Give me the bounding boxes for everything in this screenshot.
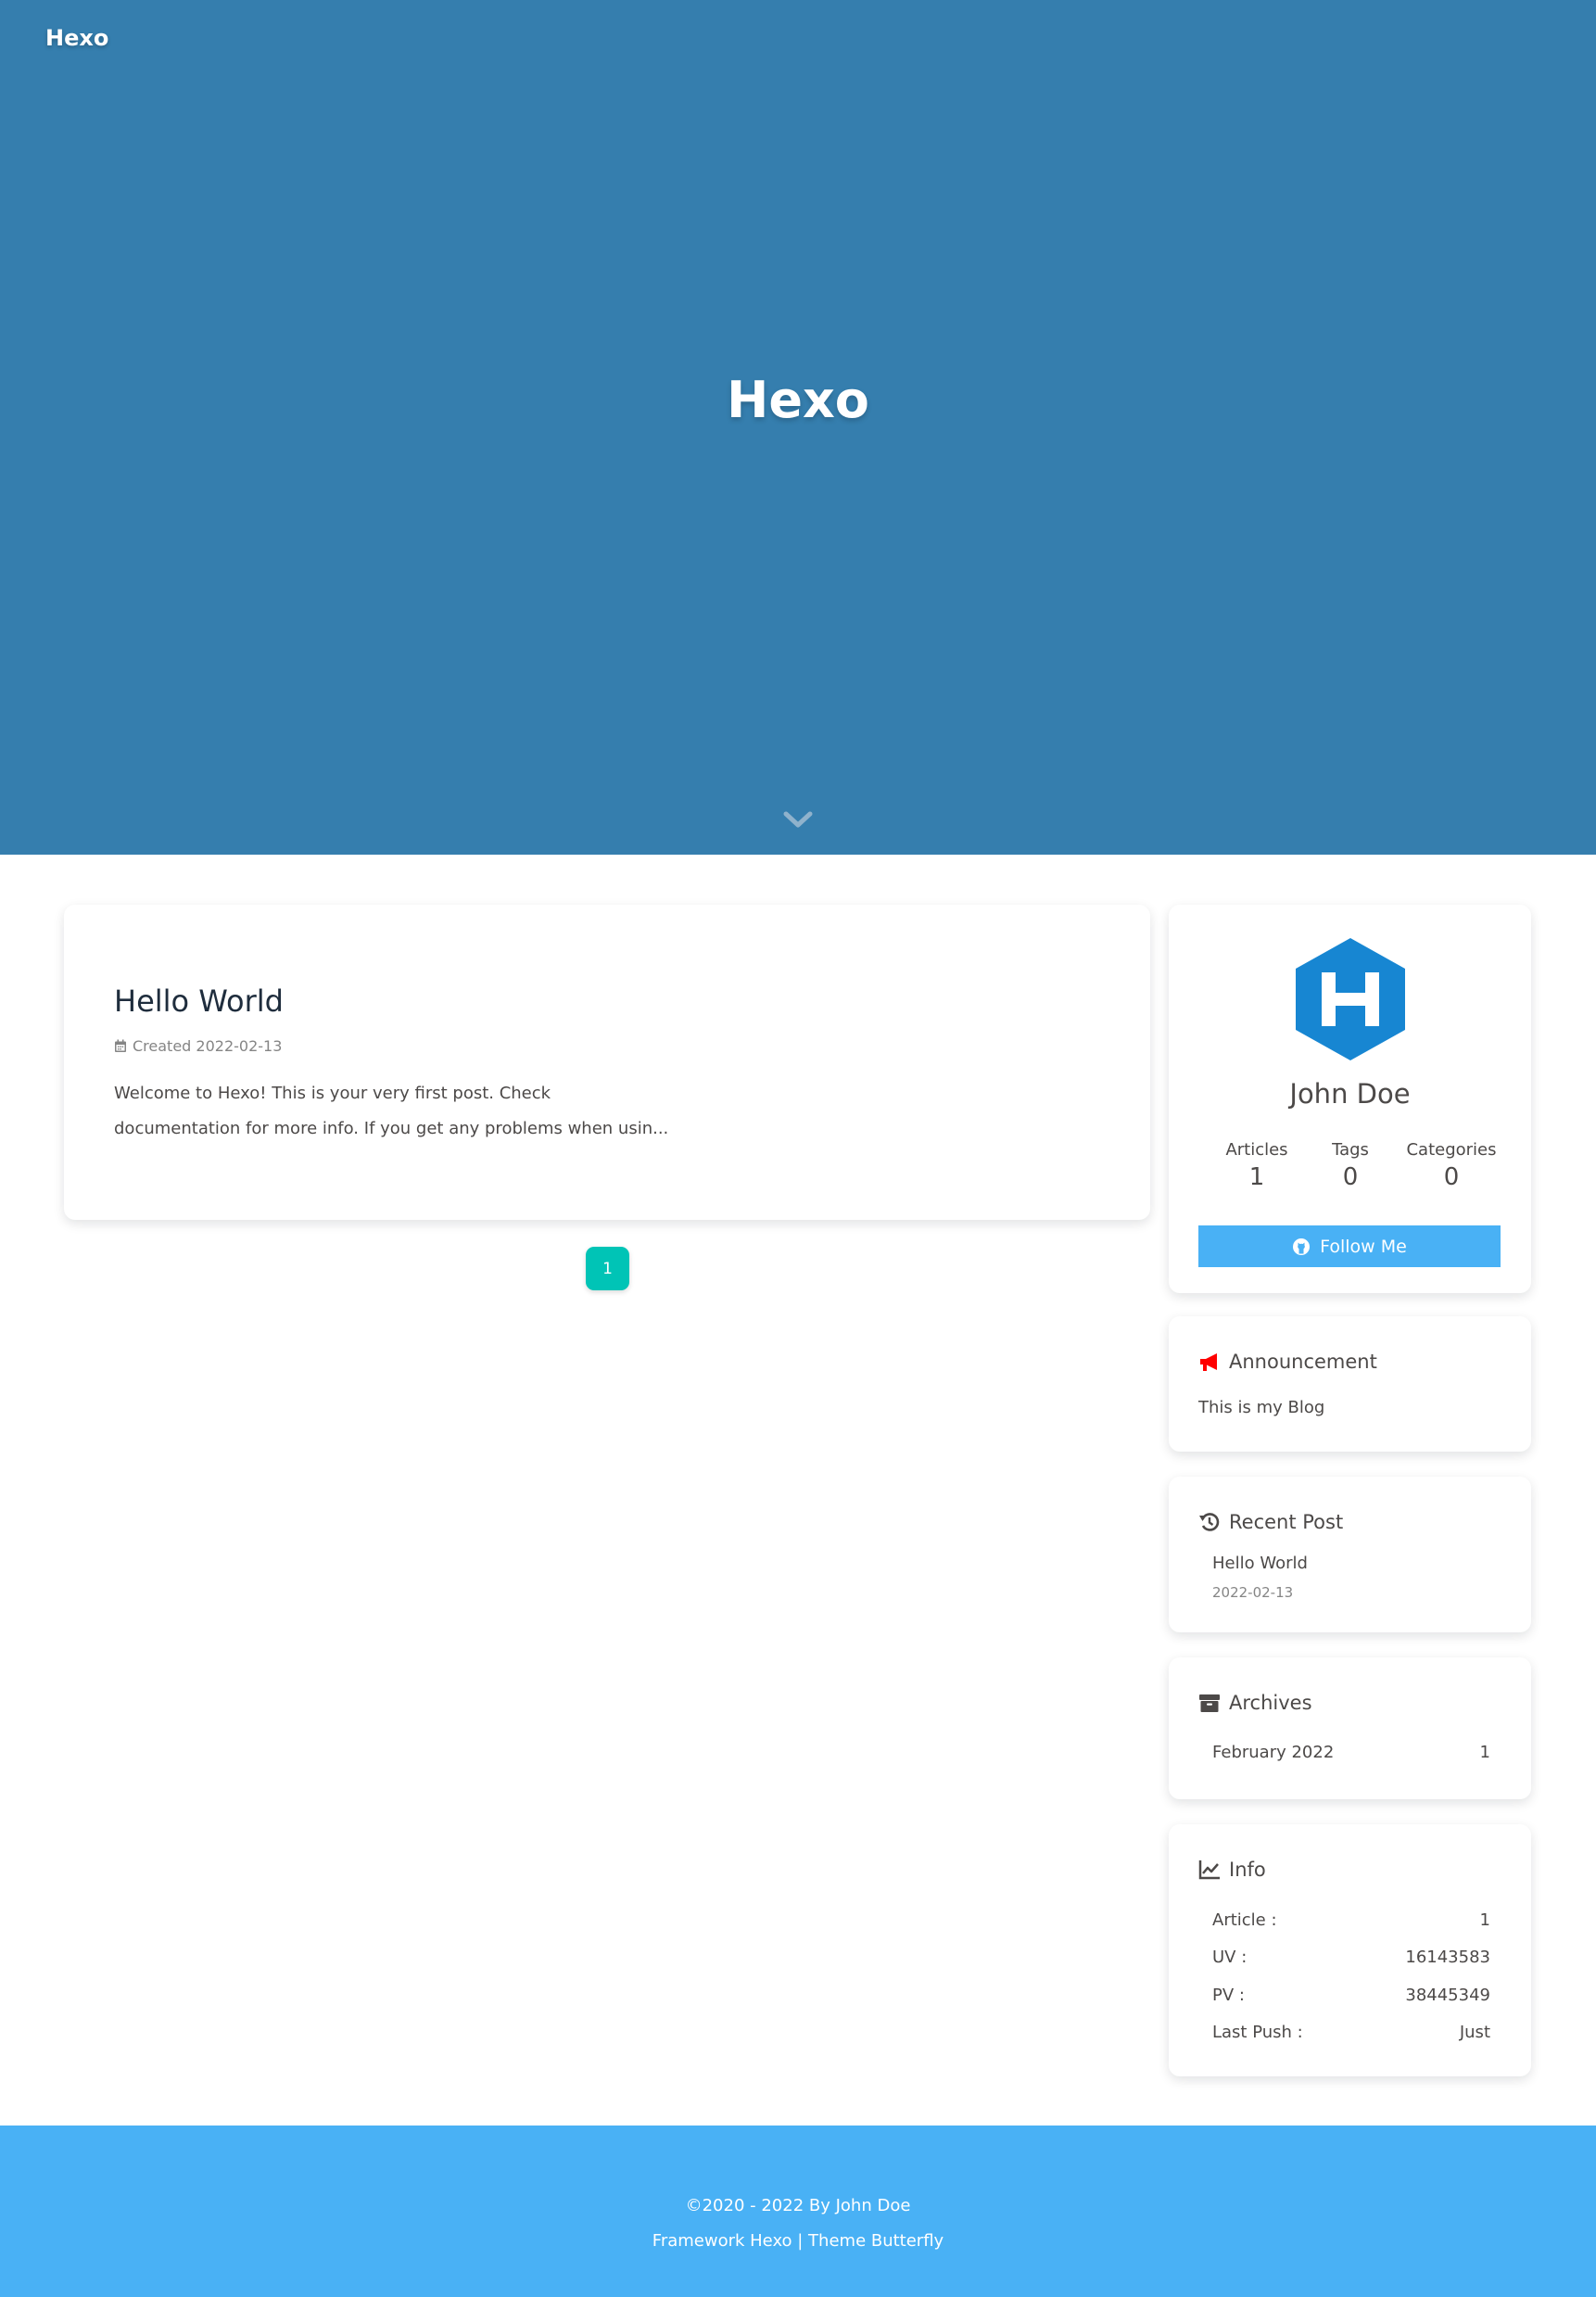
recent-post-card: Recent Post Hello World 2022-02-13: [1169, 1477, 1531, 1632]
info-value: 1: [1479, 1910, 1490, 1930]
follow-button-label: Follow Me: [1320, 1236, 1407, 1257]
author-card: John Doe Articles 1 Tags 0 Categories 0 …: [1169, 905, 1531, 1293]
post-card: Hello World Created 2022-02-13 Welcome t…: [64, 905, 1150, 1220]
stat-label: Tags: [1332, 1140, 1369, 1160]
recent-post-date: 2022-02-13: [1212, 1584, 1294, 1601]
announcement-text: This is my Blog: [1198, 1398, 1325, 1417]
announcement-title: Announcement: [1229, 1351, 1377, 1373]
history-icon: [1199, 1513, 1220, 1531]
stat-value: 0: [1443, 1163, 1460, 1191]
post-excerpt: Welcome to Hexo! This is your very first…: [114, 1084, 669, 1138]
info-label: Article :: [1212, 1910, 1277, 1930]
announcement-card: Announcement This is my Blog: [1169, 1316, 1531, 1452]
footer-framework: Framework Hexo | Theme Butterfly: [652, 2231, 944, 2251]
info-title: Info: [1229, 1859, 1266, 1881]
archives-header: Archives: [1198, 1692, 1312, 1714]
post-meta: Created 2022-02-13: [114, 1037, 282, 1055]
github-icon: [1293, 1237, 1311, 1255]
recent-post-title: Recent Post: [1229, 1511, 1344, 1533]
hexo-logo-icon: [1296, 938, 1405, 1060]
stat-value: 0: [1342, 1163, 1359, 1191]
calendar-icon: [115, 1039, 126, 1052]
archive-icon: [1199, 1694, 1220, 1712]
footer-copyright: ©2020 - 2022 By John Doe: [685, 2196, 911, 2215]
hero-banner: Hexo Hexo: [0, 0, 1596, 855]
info-row-uv: UV : 16143583: [1212, 1948, 1490, 1967]
footer: ©2020 - 2022 By John Doe Framework Hexo …: [0, 2126, 1596, 2297]
info-label: UV :: [1212, 1948, 1248, 1967]
stat-tags[interactable]: Tags 0: [1295, 1140, 1406, 1191]
stat-categories[interactable]: Categories 0: [1396, 1140, 1507, 1191]
archive-month: February 2022: [1212, 1743, 1335, 1762]
site-brand-link[interactable]: Hexo: [45, 25, 108, 51]
info-value: Just: [1459, 2023, 1490, 2042]
info-row-pv: PV : 38445349: [1212, 1986, 1490, 2005]
recent-post-header: Recent Post: [1198, 1511, 1343, 1533]
author-name: John Doe: [1289, 1078, 1411, 1110]
recent-post-link[interactable]: Hello World: [1212, 1554, 1308, 1573]
info-value: 16143583: [1405, 1948, 1490, 1967]
stat-label: Categories: [1406, 1140, 1497, 1160]
info-label: PV :: [1212, 1986, 1245, 2005]
archive-item[interactable]: February 2022 1: [1212, 1743, 1490, 1762]
info-value: 38445349: [1405, 1986, 1490, 2005]
archive-count: 1: [1479, 1743, 1490, 1762]
scroll-down-icon[interactable]: [783, 810, 813, 831]
hero-site-title: Hexo: [727, 371, 869, 429]
post-title-link[interactable]: Hello World: [114, 984, 284, 1019]
announcement-header: Announcement: [1198, 1351, 1377, 1373]
info-label: Last Push :: [1212, 2023, 1303, 2042]
archives-card: Archives February 2022 1: [1169, 1657, 1531, 1799]
info-row-article: Article : 1: [1212, 1910, 1490, 1930]
pagination-page-current[interactable]: 1: [586, 1247, 629, 1290]
archives-title: Archives: [1229, 1692, 1312, 1714]
info-card: Info Article : 1 UV : 16143583 PV : 3844…: [1169, 1824, 1531, 2076]
info-header: Info: [1198, 1859, 1266, 1881]
avatar: [1291, 935, 1410, 1063]
chart-line-icon: [1198, 1860, 1220, 1880]
info-row-last-push: Last Push : Just: [1212, 2023, 1490, 2042]
post-date: Created 2022-02-13: [133, 1037, 283, 1055]
follow-me-button[interactable]: Follow Me: [1198, 1225, 1501, 1267]
bullhorn-icon: [1200, 1353, 1217, 1371]
